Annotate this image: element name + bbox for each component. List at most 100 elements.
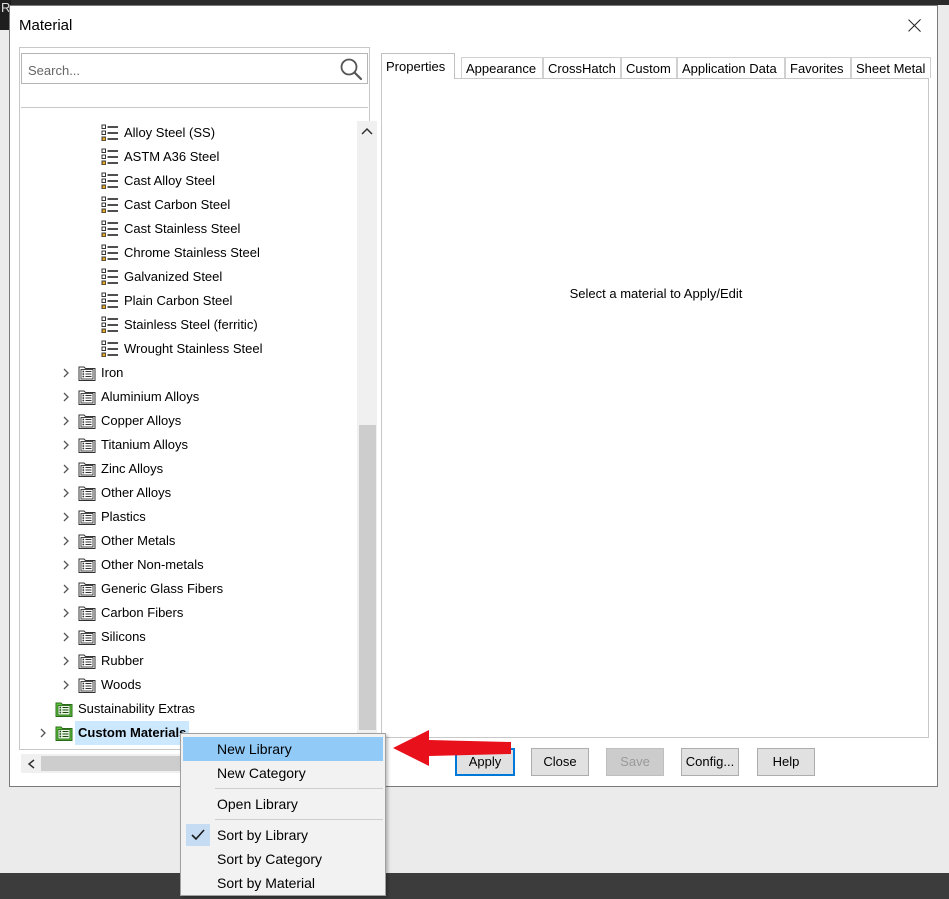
close-icon[interactable] bbox=[901, 12, 929, 38]
tree-item-material[interactable]: Plain Carbon Steel bbox=[21, 289, 348, 313]
tree-item-category[interactable]: Rubber bbox=[21, 649, 348, 673]
tree-item-label: Silicons bbox=[101, 629, 146, 644]
tab-appearance[interactable]: Appearance bbox=[461, 57, 543, 78]
library-icon bbox=[55, 702, 73, 717]
config-button[interactable]: Config... bbox=[681, 748, 739, 776]
material-dialog: Material Alloy Steel (SS) ASTM A36 Steel C… bbox=[9, 5, 938, 787]
chevron-right-icon[interactable] bbox=[61, 416, 71, 426]
tree-item-category[interactable]: Woods bbox=[21, 673, 348, 697]
chevron-right-icon[interactable] bbox=[61, 632, 71, 642]
tab-application-data[interactable]: Application Data bbox=[677, 57, 785, 78]
chevron-right-icon[interactable] bbox=[61, 464, 71, 474]
tree-item-category[interactable]: Titanium Alloys bbox=[21, 433, 348, 457]
menu-item-sort-by-category[interactable]: Sort by Category bbox=[183, 847, 383, 871]
tree-item-label: Sustainability Extras bbox=[78, 701, 196, 716]
tree-item-label: Cast Alloy Steel bbox=[124, 173, 216, 188]
tree-item-category[interactable]: Other Metals bbox=[21, 529, 348, 553]
tree-item-material[interactable]: Alloy Steel (SS) bbox=[21, 121, 348, 145]
scroll-up-icon[interactable] bbox=[361, 127, 373, 135]
menu-item-open-library[interactable]: Open Library bbox=[183, 792, 383, 816]
chevron-right-icon[interactable] bbox=[61, 440, 71, 450]
tree-item-material[interactable]: Galvanized Steel bbox=[21, 265, 348, 289]
tree-item-material[interactable]: Cast Carbon Steel bbox=[21, 193, 348, 217]
tree-item-category[interactable]: Plastics bbox=[21, 505, 348, 529]
tree-item-category[interactable]: Other Non-metals bbox=[21, 553, 348, 577]
tree-item-label: Carbon Fibers bbox=[101, 605, 184, 620]
tree-item-category[interactable]: Copper Alloys bbox=[21, 409, 348, 433]
empty-state-message: Select a material to Apply/Edit bbox=[569, 286, 743, 301]
tree-item-label: Galvanized Steel bbox=[124, 269, 223, 284]
tree-item-category[interactable]: Iron bbox=[21, 361, 348, 385]
menu-item-sort-by-material[interactable]: Sort by Material bbox=[183, 871, 383, 895]
tree-item-category[interactable]: Generic Glass Fibers bbox=[21, 577, 348, 601]
tree-item-category[interactable]: Other Alloys bbox=[21, 481, 348, 505]
tree-item-library[interactable]: Sustainability Extras bbox=[21, 697, 348, 721]
folder-list-icon bbox=[78, 414, 96, 429]
tree-item-label: Titanium Alloys bbox=[101, 437, 188, 452]
tree-vertical-scrollbar[interactable] bbox=[357, 121, 377, 734]
tree-item-label: Alloy Steel (SS) bbox=[124, 125, 216, 140]
material-list-icon bbox=[101, 148, 118, 165]
tree-item-material[interactable]: Chrome Stainless Steel bbox=[21, 241, 348, 265]
tree-item-material[interactable]: Wrought Stainless Steel bbox=[21, 337, 348, 361]
tree-item-material[interactable]: ASTM A36 Steel bbox=[21, 145, 348, 169]
folder-list-icon bbox=[78, 438, 96, 453]
tree-item-material[interactable]: Cast Stainless Steel bbox=[21, 217, 348, 241]
material-list-icon bbox=[101, 316, 118, 333]
tab-sheet-metal[interactable]: Sheet Metal bbox=[851, 57, 931, 78]
background-taskbar bbox=[0, 873, 949, 899]
chevron-right-icon[interactable] bbox=[61, 680, 71, 690]
help-button[interactable]: Help bbox=[757, 748, 815, 776]
tree-item-label: ASTM A36 Steel bbox=[124, 149, 220, 164]
tree-item-label: Cast Carbon Steel bbox=[124, 197, 231, 212]
chevron-right-icon[interactable] bbox=[61, 536, 71, 546]
menu-item-label: New Category bbox=[217, 765, 306, 781]
menu-item-new-category[interactable]: New Category bbox=[183, 761, 383, 785]
tree-item-label: Rubber bbox=[101, 653, 144, 668]
material-list-icon bbox=[101, 124, 118, 141]
menu-item-new-library[interactable]: New Library bbox=[183, 737, 383, 761]
chevron-right-icon[interactable] bbox=[61, 488, 71, 498]
folder-list-icon bbox=[78, 534, 96, 549]
tree-item-category[interactable]: Zinc Alloys bbox=[21, 457, 348, 481]
library-context-menu: New Library New Category Open Library Sort … bbox=[180, 733, 386, 896]
chevron-right-icon[interactable] bbox=[61, 368, 71, 378]
tree-item-category[interactable]: Aluminium Alloys bbox=[21, 385, 348, 409]
tab-crosshatch[interactable]: CrossHatch bbox=[543, 57, 621, 78]
save-button[interactable]: Save bbox=[606, 748, 664, 776]
tab-properties[interactable]: Properties bbox=[381, 53, 455, 79]
tree-item-category[interactable]: Carbon Fibers bbox=[21, 601, 348, 625]
tab-favorites[interactable]: Favorites bbox=[785, 57, 851, 78]
menu-item-label: Open Library bbox=[217, 796, 298, 812]
tree-item-material[interactable]: Cast Alloy Steel bbox=[21, 169, 348, 193]
chevron-right-icon[interactable] bbox=[61, 560, 71, 570]
library-icon bbox=[55, 726, 73, 741]
chevron-right-icon[interactable] bbox=[38, 728, 48, 738]
material-list-icon bbox=[101, 268, 118, 285]
tree-item-label: Woods bbox=[101, 677, 142, 692]
tree-item-category[interactable]: Silicons bbox=[21, 625, 348, 649]
search-input[interactable] bbox=[26, 59, 330, 81]
chevron-right-icon[interactable] bbox=[61, 656, 71, 666]
chevron-right-icon[interactable] bbox=[61, 512, 71, 522]
tree-item-label: Plastics bbox=[101, 509, 146, 524]
checkmark-icon bbox=[191, 829, 205, 841]
folder-list-icon bbox=[78, 366, 96, 381]
tab-custom[interactable]: Custom bbox=[621, 57, 677, 78]
close-button[interactable]: Close bbox=[531, 748, 589, 776]
chevron-right-icon[interactable] bbox=[61, 392, 71, 402]
material-list-icon bbox=[101, 196, 118, 213]
tree-item-label: Generic Glass Fibers bbox=[101, 581, 224, 596]
chevron-right-icon[interactable] bbox=[61, 608, 71, 618]
scroll-left-icon[interactable] bbox=[27, 759, 35, 769]
tree-item-material[interactable]: Stainless Steel (ferritic) bbox=[21, 313, 348, 337]
menu-item-sort-by-library[interactable]: Sort by Library bbox=[183, 823, 383, 847]
vertical-scroll-thumb[interactable] bbox=[359, 425, 376, 730]
menu-separator bbox=[215, 788, 383, 789]
material-list-icon bbox=[101, 172, 118, 189]
tree-item-label: Chrome Stainless Steel bbox=[124, 245, 260, 260]
search-icon[interactable] bbox=[339, 57, 363, 81]
chevron-right-icon[interactable] bbox=[61, 584, 71, 594]
menu-separator bbox=[215, 819, 383, 820]
material-list-icon bbox=[101, 292, 118, 309]
